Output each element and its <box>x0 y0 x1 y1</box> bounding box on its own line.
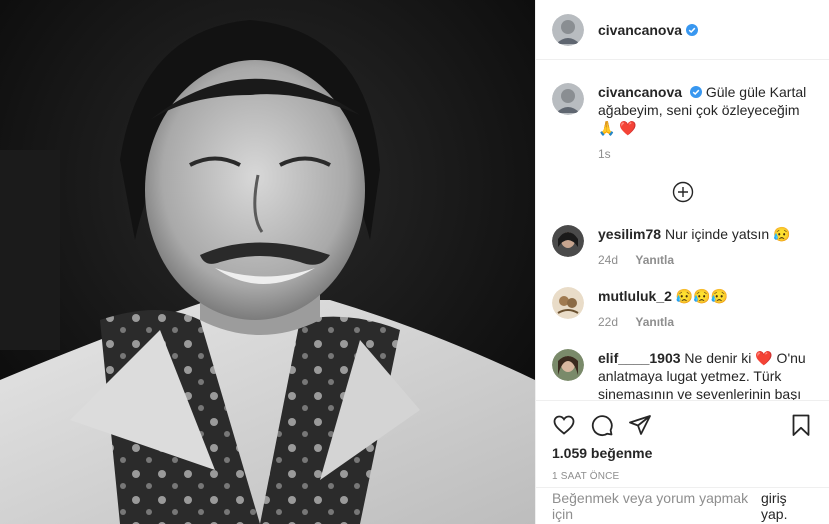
caption-meta: 1s <box>598 145 813 163</box>
comment-username[interactable]: mutluluk_2 <box>598 288 672 304</box>
reply-button[interactable]: Yanıtla <box>635 253 674 267</box>
portrait-image <box>0 0 535 524</box>
comment-age: 22d <box>598 315 619 329</box>
reply-button[interactable]: Yanıtla <box>635 315 674 329</box>
author-avatar[interactable] <box>552 83 584 115</box>
comment-username[interactable]: yesilim78 <box>598 226 661 242</box>
bookmark-icon[interactable] <box>789 413 813 437</box>
comment-text: 😥😥😥 <box>675 288 729 304</box>
action-icons <box>552 401 813 449</box>
load-more-comments[interactable] <box>552 181 813 203</box>
login-prompt-text: Beğenmek veya yorum yapmak için <box>552 490 749 522</box>
plus-circle-icon[interactable] <box>672 181 694 203</box>
caption-age: 1s <box>598 147 611 161</box>
login-prompt: Beğenmek veya yorum yapmak için giriş ya… <box>536 487 829 524</box>
post-side-panel: civancanova civancanova Güle güle Kartal… <box>535 0 829 524</box>
post-actions: 1.059 beğenme 1 SAAT ÖNCE <box>536 400 829 482</box>
commenter-avatar[interactable] <box>552 287 584 319</box>
comment-username[interactable]: elif____1903 <box>598 350 681 366</box>
caption-username[interactable]: civancanova <box>598 84 682 100</box>
heart-icon[interactable] <box>552 413 576 437</box>
comment-age: 24d <box>598 253 619 267</box>
share-icon[interactable] <box>628 413 652 437</box>
likes-count[interactable]: 1.059 beğenme <box>552 445 813 461</box>
instagram-post: civancanova civancanova Güle güle Kartal… <box>0 0 829 524</box>
comment-meta: 22d Yanıtla <box>598 313 728 331</box>
comment-meta: 24d Yanıtla <box>598 251 791 269</box>
comments-list[interactable]: civancanova Güle güle Kartal ağabeyim, s… <box>536 61 829 400</box>
verified-badge-icon <box>686 23 699 36</box>
caption: civancanova Güle güle Kartal ağabeyim, s… <box>552 83 813 163</box>
comment-icon[interactable] <box>590 413 614 437</box>
comment-text: Nur içinde yatsın 😥 <box>664 226 791 242</box>
verified-badge-icon <box>689 86 702 98</box>
post-time: 1 SAAT ÖNCE <box>552 471 620 482</box>
comment-item: yesilim78 Nur içinde yatsın 😥 24d Yanıtl… <box>552 225 813 269</box>
author-avatar[interactable] <box>552 13 584 46</box>
commenter-avatar[interactable] <box>552 225 584 257</box>
commenter-avatar[interactable] <box>552 349 584 381</box>
post-header: civancanova <box>536 0 829 60</box>
post-photo[interactable] <box>0 0 535 524</box>
comment-item: elif____1903 Ne denir ki ❤️ O'nu anlatma… <box>552 349 813 400</box>
comment-item: mutluluk_2 😥😥😥 22d Yanıtla <box>552 287 813 331</box>
login-link[interactable]: giriş yap. <box>761 490 813 522</box>
author-username[interactable]: civancanova <box>598 22 682 38</box>
